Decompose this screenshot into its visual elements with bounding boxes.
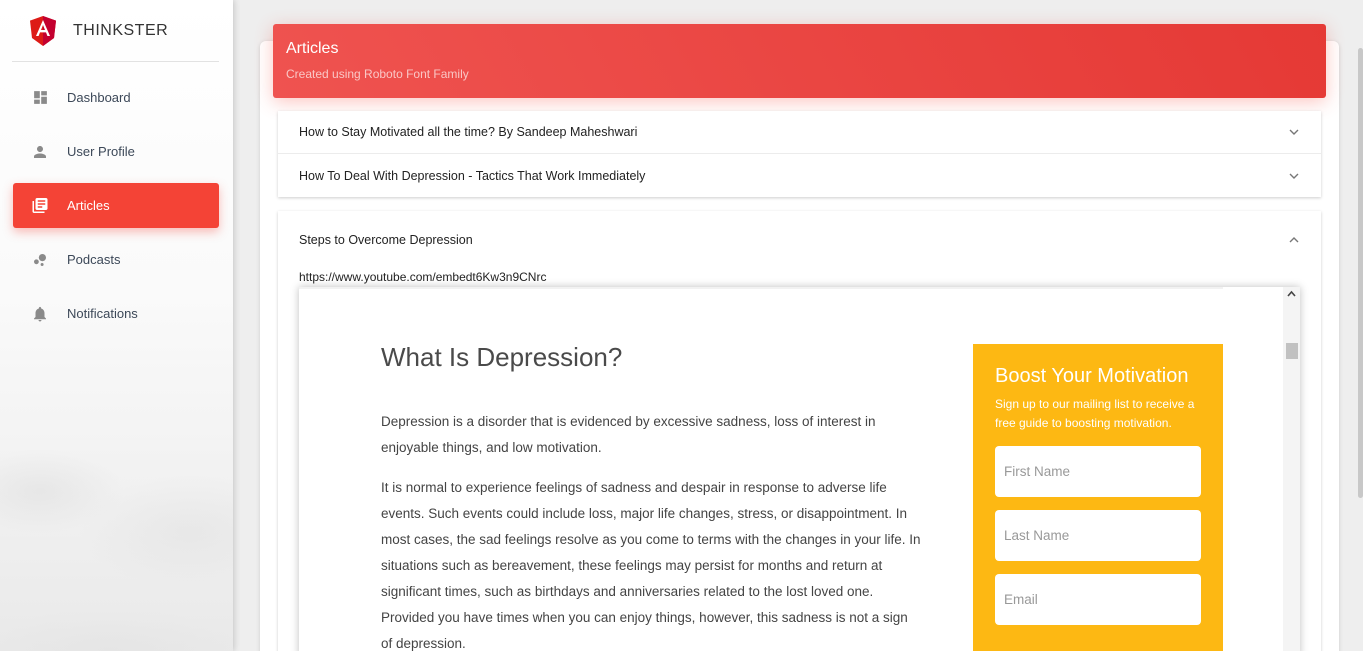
person-icon [31, 143, 49, 161]
page-title: Articles [286, 40, 339, 57]
sidebar-nav: Dashboard User Profile Articles Podcasts… [13, 75, 219, 345]
sidebar: THINKSTER Dashboard User Profile Article… [0, 0, 233, 651]
video-url: https://www.youtube.com/embedt6Kw3n9CNrc [299, 270, 547, 284]
sidebar-item-label: Dashboard [67, 90, 131, 105]
sidebar-item-podcasts[interactable]: Podcasts [13, 237, 219, 282]
sidebar-item-label: Podcasts [67, 252, 121, 267]
chevron-down-icon [1289, 173, 1299, 179]
card-header: Articles Created using Roboto Font Famil… [273, 24, 1326, 98]
accordion-item[interactable]: How To Deal With Depression - Tactics Th… [278, 154, 1321, 197]
first-name-field[interactable]: First Name [995, 446, 1201, 497]
accordion-item[interactable]: How to Stay Motivated all the time? By S… [278, 111, 1321, 154]
chevron-down-icon [1289, 129, 1299, 135]
bubble-chart-icon [31, 251, 49, 269]
last-name-field[interactable]: Last Name [995, 510, 1201, 561]
accordion-item-title: How to Stay Motivated all the time? By S… [299, 125, 638, 139]
frame-scrollbar[interactable] [1283, 287, 1300, 651]
brand[interactable]: THINKSTER [12, 0, 219, 62]
sidebar-item-user-profile[interactable]: User Profile [13, 129, 219, 174]
optin-title: Boost Your Motivation [995, 365, 1189, 387]
brand-title: THINKSTER [73, 21, 169, 39]
page-scrollbar[interactable] [1357, 0, 1363, 651]
accordion-item-title: Steps to Overcome Depression [299, 233, 473, 247]
article-heading: What Is Depression? [381, 342, 623, 372]
optin-subtitle: Sign up to our mailing list to receive a… [995, 397, 1195, 430]
article-paragraph: It is normal to experience feelings of s… [381, 480, 921, 651]
frame-divider [299, 287, 1223, 289]
sidebar-item-articles[interactable]: Articles [13, 183, 219, 228]
email-field[interactable]: Email [995, 574, 1201, 625]
page-subtitle: Created using Roboto Font Family [286, 67, 469, 81]
dashboard-icon [31, 89, 49, 107]
sidebar-item-label: User Profile [67, 144, 135, 159]
angular-logo-icon [30, 15, 56, 46]
chevron-up-icon [1289, 237, 1299, 243]
page-scrollbar-thumb[interactable] [1358, 48, 1363, 498]
sidebar-item-notifications[interactable]: Notifications [13, 291, 219, 336]
accordion-item-title: How To Deal With Depression - Tactics Th… [299, 168, 646, 183]
article-paragraph: Depression is a disorder that is evidenc… [381, 414, 876, 455]
embedded-frame[interactable]: What Is Depression? Depression is a diso… [299, 287, 1300, 651]
sidebar-item-label: Notifications [67, 306, 138, 321]
bell-icon [31, 305, 49, 323]
accordion-collapsed-group: How to Stay Motivated all the time? By S… [278, 111, 1321, 197]
scrollbar-thumb[interactable] [1286, 343, 1298, 359]
newsletter-optin: Boost Your Motivation Sign up to our mai… [973, 344, 1223, 651]
sidebar-item-label: Articles [67, 198, 110, 213]
scroll-up-icon[interactable] [1286, 289, 1297, 299]
sidebar-item-dashboard[interactable]: Dashboard [13, 75, 219, 120]
accordion-item-header[interactable]: Steps to Overcome Depression [278, 211, 1321, 269]
library-books-icon [31, 197, 49, 215]
embedded-article: What Is Depression? Depression is a diso… [381, 342, 921, 651]
